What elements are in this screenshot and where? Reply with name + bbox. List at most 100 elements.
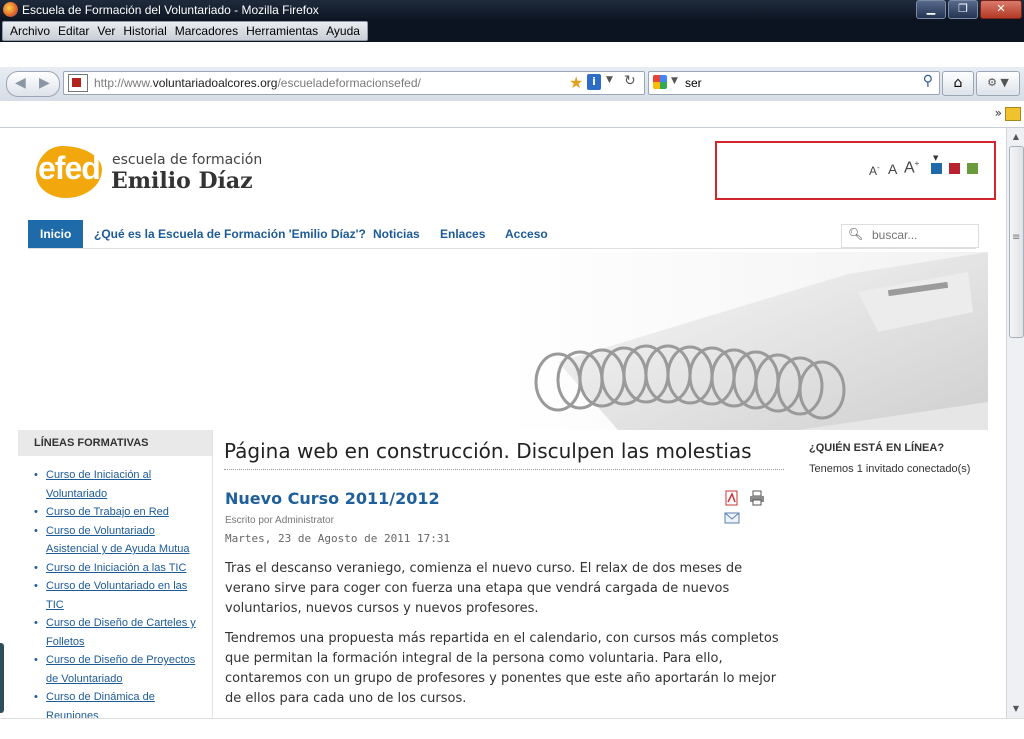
menu-historial[interactable]: Historial <box>123 24 166 38</box>
google-icon[interactable] <box>653 75 667 89</box>
font-decrease-button[interactable]: A- <box>869 163 880 178</box>
tab-strip <box>0 42 1024 67</box>
nav-enlaces[interactable]: Enlaces <box>440 220 485 248</box>
back-arrow-icon[interactable]: ◀ <box>15 75 26 91</box>
accessibility-controls: A- A A+ ▼ <box>715 141 996 200</box>
course-link[interactable]: Curso de Diseño de Carteles y Folletos <box>46 617 196 648</box>
window-title: Escuela de Formación del Voluntariado - … <box>22 3 319 17</box>
font-normal-button[interactable]: A <box>888 161 897 177</box>
address-bar[interactable]: http://www.voluntariadoalcores.org/escue… <box>63 71 645 95</box>
list-item: Curso de Voluntariado Asistencial y de A… <box>30 522 205 559</box>
logo-mark: efed <box>38 150 101 186</box>
nav-inicio[interactable]: Inicio <box>28 220 84 248</box>
list-item: Curso de Trabajo en Red <box>30 503 205 522</box>
bookmarks-toolbar: » <box>0 101 1024 128</box>
menu-editar[interactable]: Editar <box>58 24 89 38</box>
course-link[interactable]: Curso de Iniciación al Voluntariado <box>46 469 151 500</box>
main-content: Página web en construcción. Disculpen la… <box>224 430 786 718</box>
page-title: Página web en construcción. Disculpen la… <box>224 439 752 463</box>
firefox-icon <box>3 2 18 17</box>
article-title[interactable]: Nuevo Curso 2011/2012 <box>225 489 440 508</box>
menu-herramientas[interactable]: Herramientas <box>246 24 318 38</box>
search-engine-dropdown-icon[interactable]: ▼ <box>671 76 678 86</box>
who-online-text: Tenemos 1 invitado conectado(s) <box>809 463 971 475</box>
page-scrollbar[interactable]: ▲ ▼ <box>1006 128 1024 718</box>
close-icon[interactable]: ✕ <box>980 0 1022 19</box>
title-divider <box>224 469 784 470</box>
history-dropdown-icon[interactable]: ▼ <box>606 75 613 85</box>
course-link[interactable]: Curso de Voluntariado Asistencial y de A… <box>46 525 190 556</box>
window-titlebar: Escuela de Formación del Voluntariado - … <box>0 0 1024 20</box>
window-controls: ▁ ❐ ✕ <box>916 0 1022 19</box>
scroll-down-icon[interactable]: ▼ <box>1009 702 1023 716</box>
rss-icon[interactable] <box>1005 107 1021 121</box>
web-page: efed escuela de formación Emilio Díaz A-… <box>0 128 1006 718</box>
selected-theme-marker-icon: ▼ <box>933 154 939 162</box>
logo-line2: Emilio Díaz <box>111 168 253 194</box>
menu-ayuda[interactable]: Ayuda <box>326 24 360 38</box>
article-paragraph-1: Tras el descanso veraniego, comienza el … <box>225 561 743 616</box>
side-panel-edge <box>0 643 4 713</box>
article-tools <box>724 490 786 530</box>
home-icon[interactable]: ⌂ <box>942 71 974 96</box>
addon-menu-button[interactable]: ⚙ ▼ <box>976 71 1020 96</box>
sidebar-heading: LÍNEAS FORMATIVAS <box>18 430 212 456</box>
menu-ver[interactable]: Ver <box>97 24 115 38</box>
back-forward-buttons: ◀ ▶ <box>6 71 60 97</box>
sidebar-lineas-formativas: LÍNEAS FORMATIVAS Curso de Iniciación al… <box>18 430 213 718</box>
course-link[interactable]: Curso de Trabajo en Red <box>46 506 169 518</box>
forward-arrow-icon[interactable]: ▶ <box>39 75 50 91</box>
nav-acceso[interactable]: Acceso <box>505 220 548 248</box>
course-link[interactable]: Curso de Dinámica de Reuniones <box>46 691 155 718</box>
article-author: Escrito por Administrator <box>225 515 334 526</box>
list-item: Curso de Diseño de Carteles y Folletos <box>30 614 205 651</box>
browser-search-bar[interactable]: ▼ ser ⚲ <box>648 71 940 95</box>
search-icon[interactable]: ⚲ <box>923 73 933 89</box>
list-item: Curso de Iniciación a las TIC <box>30 559 205 578</box>
article-paragraph-2: Tendremos una propuesta más repartida en… <box>225 631 779 706</box>
course-link[interactable]: Curso de Iniciación a las TIC <box>46 562 186 574</box>
scroll-thumb[interactable] <box>1009 146 1024 338</box>
menu-marcadores[interactable]: Marcadores <box>175 24 238 38</box>
site-search-box: 🔍︎ <box>841 224 979 248</box>
theme-blue-swatch[interactable] <box>931 163 942 174</box>
article-date: Martes, 23 de Agosto de 2011 17:31 <box>225 532 451 545</box>
course-link[interactable]: Curso de Diseño de Proyectos de Voluntar… <box>46 654 195 685</box>
reload-icon[interactable]: ↻ <box>624 73 636 89</box>
list-item: Curso de Voluntariado en las TIC <box>30 577 205 614</box>
search-icon: 🔍︎ <box>848 227 864 241</box>
nav-noticias[interactable]: Noticias <box>373 220 420 248</box>
course-list: Curso de Iniciación al Voluntariado Curs… <box>30 466 205 718</box>
theme-red-swatch[interactable] <box>949 163 960 174</box>
email-icon[interactable] <box>724 510 740 526</box>
menu-bar: Archivo Editar Ver Historial Marcadores … <box>0 20 1024 42</box>
maximize-icon[interactable]: ❐ <box>948 0 978 19</box>
address-url[interactable]: http://www.voluntariadoalcores.org/escue… <box>94 76 421 90</box>
who-online-heading: ¿QUIÉN ESTÁ EN LÍNEA? <box>809 442 945 454</box>
menu-box: Archivo Editar Ver Historial Marcadores … <box>2 21 368 41</box>
list-item: Curso de Diseño de Proyectos de Voluntar… <box>30 651 205 688</box>
list-item: Curso de Iniciación al Voluntariado <box>30 466 205 503</box>
info-icon[interactable]: i <box>587 74 601 90</box>
bookmark-star-icon[interactable]: ★ <box>569 73 583 92</box>
site-favicon-icon <box>68 74 88 92</box>
font-increase-button[interactable]: A+ <box>904 159 919 177</box>
theme-green-swatch[interactable] <box>967 163 978 174</box>
pdf-icon[interactable] <box>724 490 740 506</box>
hero-banner-image <box>18 252 988 430</box>
menu-archivo[interactable]: Archivo <box>10 24 50 38</box>
chevron-right-icon[interactable]: » <box>995 106 1002 120</box>
minimize-icon[interactable]: ▁ <box>916 0 946 19</box>
logo-line1: escuela de formación <box>112 152 263 168</box>
list-item: Curso de Dinámica de Reuniones <box>30 688 205 718</box>
navigation-toolbar: ◀ ▶ http://www.voluntariadoalcores.org/e… <box>0 67 1024 102</box>
browser-search-input[interactable]: ser <box>685 76 702 90</box>
course-link[interactable]: Curso de Voluntariado en las TIC <box>46 580 187 611</box>
print-icon[interactable] <box>749 490 765 506</box>
site-search-input[interactable] <box>872 228 972 242</box>
scroll-up-icon[interactable]: ▲ <box>1009 130 1023 144</box>
status-strip <box>0 718 1024 739</box>
site-main-nav: Inicio ¿Qué es la Escuela de Formación '… <box>28 220 976 249</box>
notebook-illustration <box>534 252 988 430</box>
nav-que-es[interactable]: ¿Qué es la Escuela de Formación 'Emilio … <box>94 220 366 248</box>
